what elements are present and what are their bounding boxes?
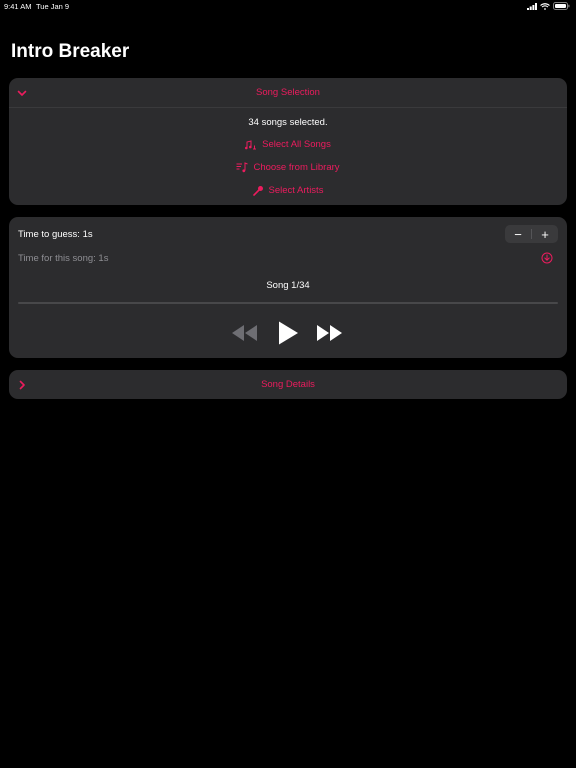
time-stepper: − + xyxy=(505,225,558,243)
status-bar: 9:41 AM Tue Jan 9 xyxy=(0,0,576,12)
select-artists-label: Select Artists xyxy=(268,185,324,196)
status-date: Tue Jan 9 xyxy=(36,2,70,11)
music-notes-icon xyxy=(245,140,257,150)
rewind-icon[interactable] xyxy=(230,320,258,346)
status-icons xyxy=(527,2,570,10)
microphone-icon xyxy=(252,186,263,196)
increment-button[interactable]: + xyxy=(532,225,558,243)
wifi-icon xyxy=(540,2,550,10)
song-details-card[interactable]: Song Details xyxy=(9,370,567,399)
play-icon[interactable] xyxy=(277,320,299,346)
select-all-songs-label: Select All Songs xyxy=(262,139,331,150)
fast-forward-icon[interactable] xyxy=(316,320,344,346)
decrement-button[interactable]: − xyxy=(505,225,531,243)
time-to-guess-label: Time to guess: 1s xyxy=(18,229,93,240)
song-selection-card: Song Selection 34 songs selected. Select… xyxy=(9,78,567,205)
progress-bar[interactable] xyxy=(18,302,558,304)
download-circle-icon[interactable] xyxy=(541,252,553,264)
status-time: 9:41 AM xyxy=(4,2,32,11)
cellular-signal-icon xyxy=(527,2,537,10)
songs-selected-count: 34 songs selected. xyxy=(248,117,328,128)
song-selection-title: Song Selection xyxy=(256,87,320,98)
choose-from-library-label: Choose from Library xyxy=(253,162,340,173)
choose-from-library-button[interactable]: Choose from Library xyxy=(9,162,567,173)
battery-icon xyxy=(553,2,570,10)
time-for-song-label: Time for this song: 1s xyxy=(18,253,109,264)
playback-controls xyxy=(9,320,567,346)
song-details-title: Song Details xyxy=(261,379,315,390)
music-list-icon xyxy=(236,162,249,173)
page-title: Intro Breaker xyxy=(11,41,130,62)
song-counter: Song 1/34 xyxy=(266,280,310,291)
song-selection-header[interactable]: Song Selection xyxy=(9,78,567,107)
select-all-songs-button[interactable]: Select All Songs xyxy=(9,139,567,150)
divider xyxy=(9,107,567,108)
player-card: Time to guess: 1s − + Time for this song… xyxy=(9,217,567,358)
select-artists-button[interactable]: Select Artists xyxy=(9,185,567,196)
